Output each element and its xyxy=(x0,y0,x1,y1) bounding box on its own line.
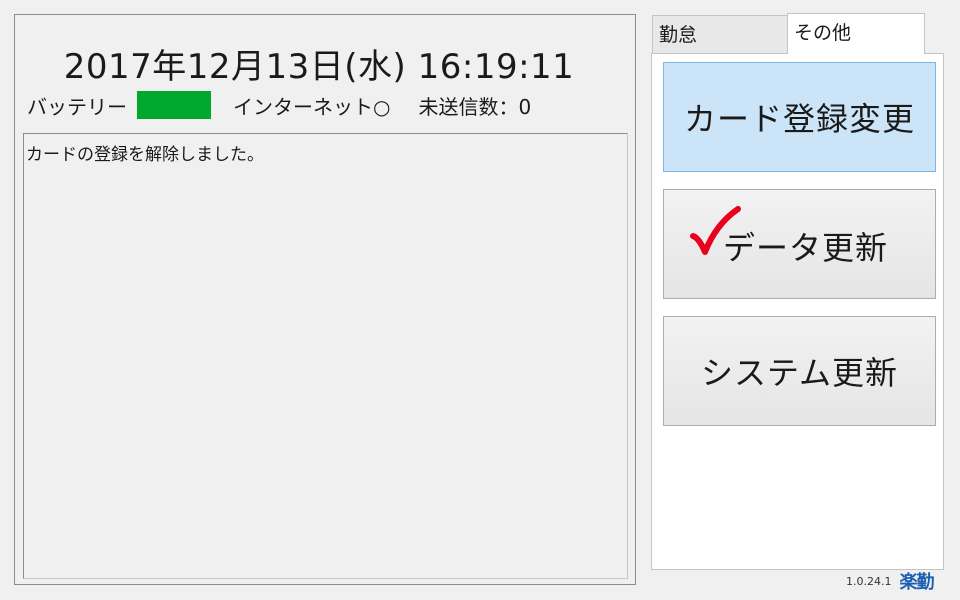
card-register-label: カード登録変更 xyxy=(683,100,915,138)
system-update-button[interactable]: システム更新 xyxy=(663,316,936,426)
internet-status: インターネット○ xyxy=(233,94,391,119)
message-area: カードの登録を解除しました。 xyxy=(23,133,628,579)
unsent-count: 未送信数：0 xyxy=(418,94,532,119)
data-update-label: データ更新 xyxy=(722,229,888,267)
version-text: 1.0.24.1 xyxy=(846,574,892,588)
system-update-label: システム更新 xyxy=(700,354,899,392)
message-text: カードの登録を解除しました。 xyxy=(26,145,264,165)
battery-indicator xyxy=(137,91,211,119)
data-update-button[interactable]: データ更新 xyxy=(663,189,936,299)
tab-kintai-label: 勤怠 xyxy=(659,24,698,46)
datetime-display: 2017年12月13日(水) 16:19:11 xyxy=(63,47,575,87)
tab-other[interactable]: その他 xyxy=(787,13,925,54)
status-bar: バッテリー インターネット○ 未送信数：0 xyxy=(27,89,531,121)
main-panel: 2017年12月13日(水) 16:19:11 バッテリー インターネット○ 未… xyxy=(14,14,636,585)
battery-label: バッテリー xyxy=(27,94,127,119)
tab-other-label: その他 xyxy=(794,22,852,44)
check-icon xyxy=(690,206,741,255)
card-register-button[interactable]: カード登録変更 xyxy=(663,62,936,172)
footer: 1.0.24.1 楽勤 xyxy=(846,568,934,594)
app-logo: 楽勤 xyxy=(899,572,934,593)
tab-kintai[interactable]: 勤怠 xyxy=(652,15,788,53)
